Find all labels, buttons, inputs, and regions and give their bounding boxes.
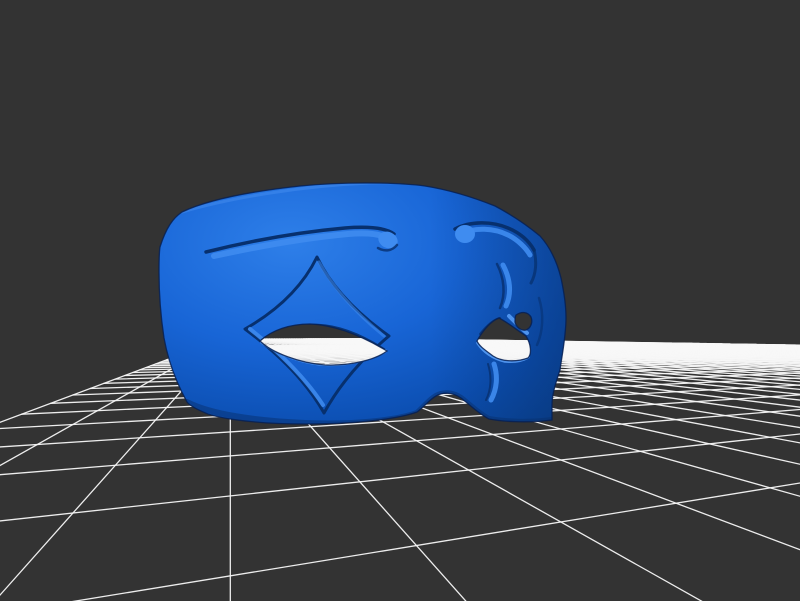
right-brow-bulb — [455, 225, 475, 243]
mask-model[interactable] — [150, 175, 580, 435]
scene-canvas — [0, 0, 800, 601]
mask-surface — [150, 175, 580, 435]
viewport-3d[interactable] — [0, 0, 800, 601]
